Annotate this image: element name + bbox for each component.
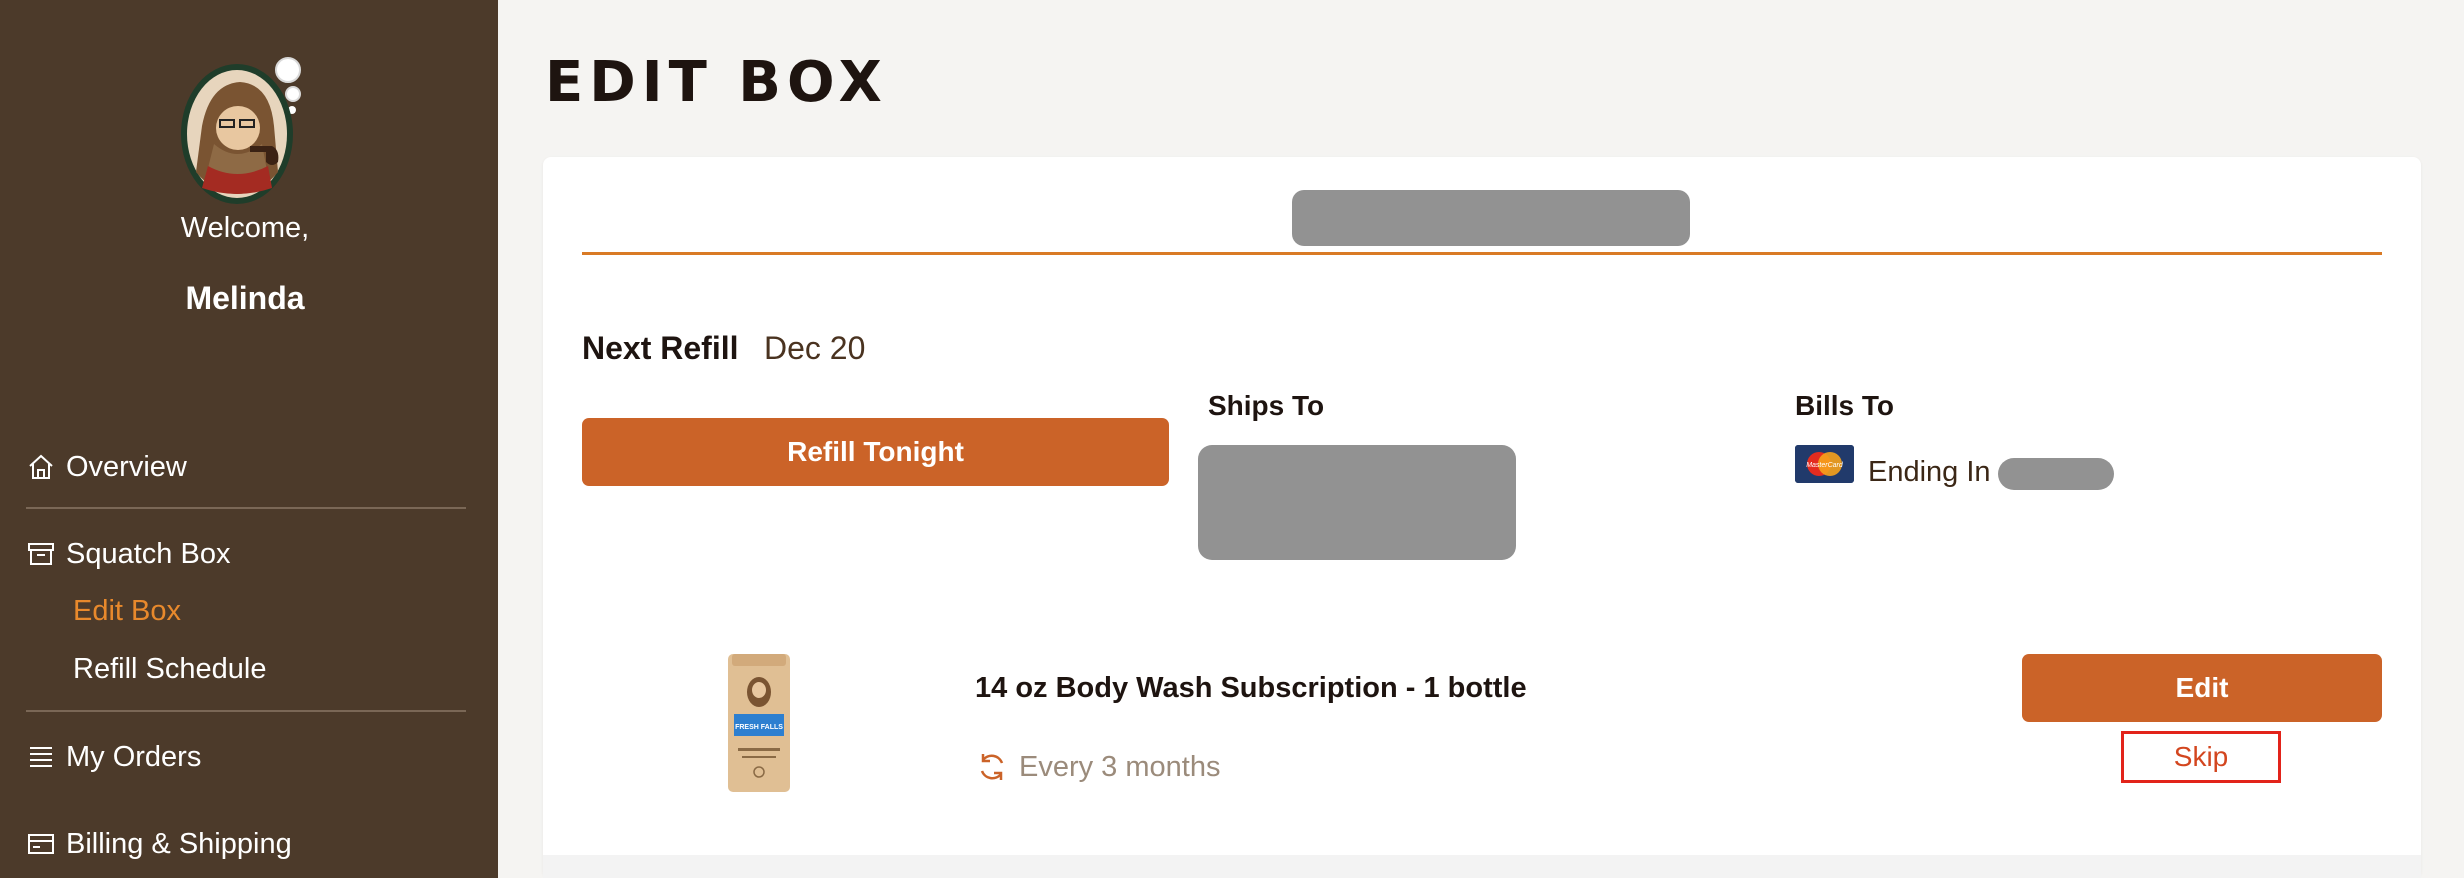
bottle-label-text: FRESH FALLS [735, 724, 783, 731]
nav-refill-schedule[interactable]: Refill Schedule [73, 653, 266, 686]
home-icon [29, 454, 53, 479]
frequency-text: Every 3 months [1019, 750, 1221, 783]
username: Melinda [185, 280, 305, 316]
nav-my-orders-label: My Orders [66, 740, 202, 773]
welcome-text: Welcome, [180, 212, 310, 244]
refill-tonight-button[interactable]: Refill Tonight [582, 418, 1169, 486]
sasquatch-avatar-logo [181, 57, 301, 204]
nav-overview[interactable]: Overview [26, 442, 187, 492]
next-refill-date: Dec 20 [764, 330, 866, 366]
ships-to-label: Ships To [1208, 390, 1325, 421]
credit-card-icon [28, 834, 54, 854]
skip-link[interactable]: Skip [2121, 731, 2281, 783]
redacted-box-name [1292, 190, 1690, 246]
next-card-section [543, 855, 2421, 878]
ending-in-label: Ending In [1868, 456, 1991, 488]
mastercard-icon: MasterCard [1795, 445, 1854, 483]
nav-divider [26, 710, 466, 712]
header-divider [582, 252, 2382, 255]
refresh-icon [980, 754, 1004, 780]
page-title: EDIT BOX [545, 50, 888, 115]
nav-divider [26, 507, 466, 509]
sidebar: Welcome, Melinda Overview Squatch Box Ed… [0, 0, 498, 878]
nav-squatch-box[interactable]: Squatch Box [26, 529, 230, 579]
nav-overview-label: Overview [66, 450, 187, 483]
product-title: 14 oz Body Wash Subscription - 1 bottle [975, 672, 1527, 704]
nav-squatch-box-label: Squatch Box [66, 537, 231, 570]
mastercard-icon-text: MasterCard [1806, 462, 1844, 469]
frequency: Every 3 months [975, 750, 1220, 784]
nav-edit-box[interactable]: Edit Box [73, 595, 181, 628]
body-wash-bottle-image: FRESH FALLS [728, 654, 790, 792]
archive-box-icon [28, 543, 54, 565]
nav-billing-shipping-label: Billing & Shipping [66, 827, 292, 860]
redacted-shipping-address [1198, 445, 1516, 560]
bills-to-label: Bills To [1795, 390, 1895, 421]
list-icon [30, 747, 52, 767]
redacted-card-last-digits [1998, 458, 2114, 490]
next-refill-label: Next Refill [582, 330, 739, 366]
nav-billing-shipping[interactable]: Billing & Shipping [26, 819, 292, 869]
nav-my-orders[interactable]: My Orders [26, 732, 201, 782]
edit-subscription-button[interactable]: Edit [2022, 654, 2382, 722]
